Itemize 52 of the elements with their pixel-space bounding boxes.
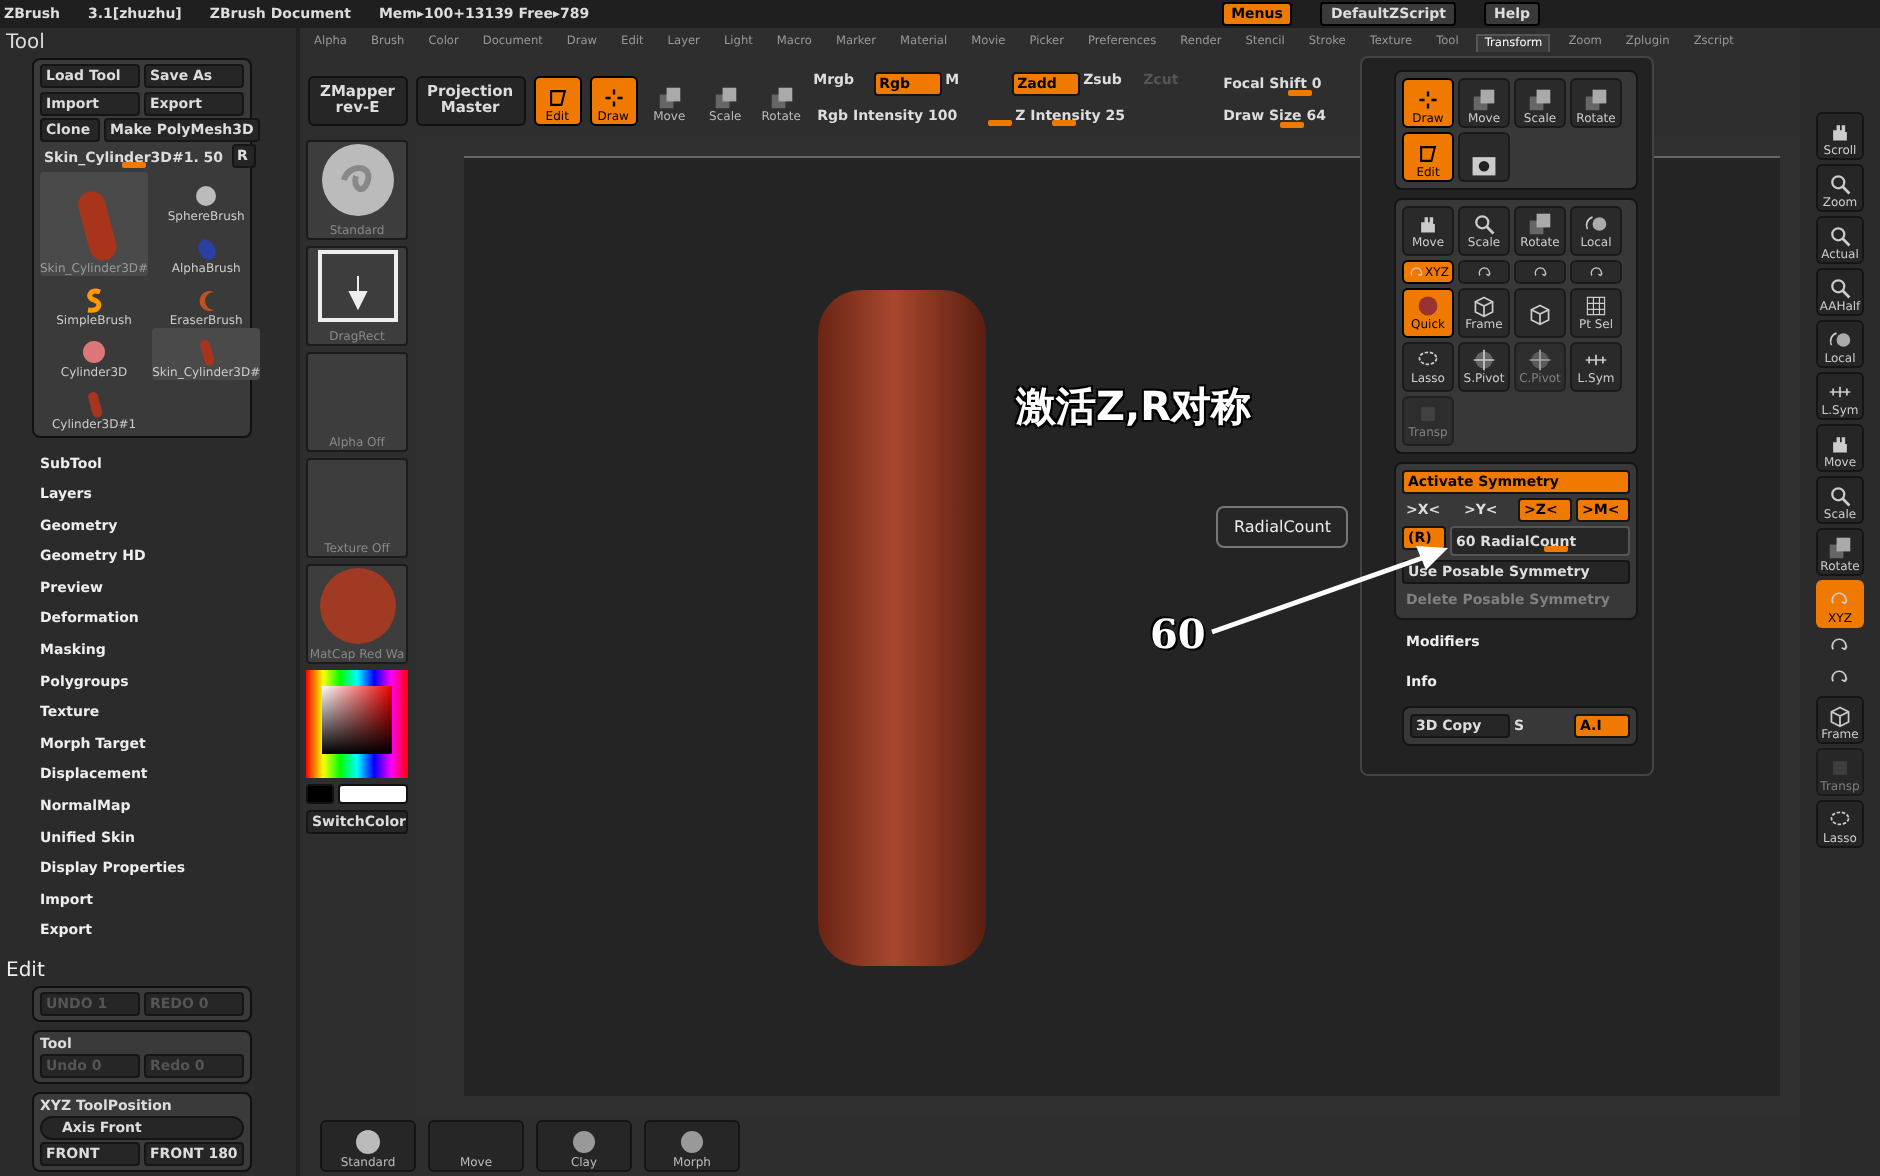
color-picker[interactable] bbox=[306, 670, 408, 778]
magnifier-icon bbox=[1828, 276, 1852, 300]
slider-thumb[interactable] bbox=[1051, 120, 1076, 126]
ball-icon bbox=[570, 1128, 598, 1156]
brush-icon bbox=[354, 1128, 382, 1156]
material-sphere-icon bbox=[315, 566, 399, 646]
slider-thumb[interactable] bbox=[121, 162, 146, 168]
ball-icon bbox=[678, 1128, 706, 1156]
camera-button[interactable] bbox=[1458, 132, 1510, 182]
pivot-icon bbox=[1472, 348, 1496, 372]
rotation-axis-icon bbox=[1587, 263, 1605, 281]
drag-rect-icon bbox=[315, 248, 399, 324]
hand-icon bbox=[1416, 212, 1440, 236]
sphere-icon bbox=[192, 182, 221, 210]
cube-button[interactable] bbox=[1514, 288, 1566, 338]
axis-button[interactable] bbox=[1458, 260, 1510, 284]
secondary-color-swatch[interactable] bbox=[338, 784, 408, 804]
crosshair-icon bbox=[601, 85, 626, 109]
frame-icon bbox=[1416, 142, 1440, 166]
rotation-axis-icon bbox=[1475, 263, 1493, 281]
annotation-number: 60 bbox=[1150, 610, 1206, 658]
magnifier-icon bbox=[1828, 172, 1852, 196]
rotation-axis-icon bbox=[1531, 263, 1549, 281]
disc-icon bbox=[80, 338, 109, 366]
slider-thumb[interactable] bbox=[1287, 89, 1312, 95]
tooltip: RadialCount bbox=[1216, 506, 1349, 548]
magnifier-icon bbox=[1828, 224, 1852, 248]
cube-icon bbox=[1528, 301, 1552, 325]
axis-button[interactable] bbox=[1514, 260, 1566, 284]
hand-icon bbox=[1828, 120, 1852, 144]
grid-icon bbox=[1584, 294, 1608, 318]
cube-icon bbox=[1828, 704, 1852, 728]
ball-icon bbox=[1416, 294, 1440, 318]
orbit-icon bbox=[1584, 212, 1608, 236]
crosshair-icon bbox=[1416, 88, 1440, 112]
pivot-icon bbox=[1528, 348, 1552, 372]
frame-icon bbox=[545, 85, 570, 109]
axis-button[interactable] bbox=[1570, 260, 1622, 284]
capsule-icon bbox=[192, 234, 221, 262]
slider-thumb[interactable] bbox=[987, 120, 1012, 126]
slider-thumb[interactable] bbox=[1279, 121, 1304, 127]
main-color-swatch[interactable] bbox=[306, 784, 334, 804]
magnifier-icon bbox=[1828, 484, 1852, 508]
annotation-caption: 激活Z,R对称 bbox=[1016, 380, 1251, 434]
hand-icon bbox=[1828, 432, 1852, 456]
rotation-axis-icon bbox=[1407, 263, 1426, 281]
palette-title: Tool bbox=[6, 32, 47, 54]
cube-icon bbox=[1472, 294, 1496, 318]
slider-thumb[interactable] bbox=[1544, 546, 1569, 552]
palette-title: Edit bbox=[6, 960, 47, 982]
orbit-icon bbox=[1828, 328, 1852, 352]
magnifier-icon bbox=[1472, 212, 1496, 236]
